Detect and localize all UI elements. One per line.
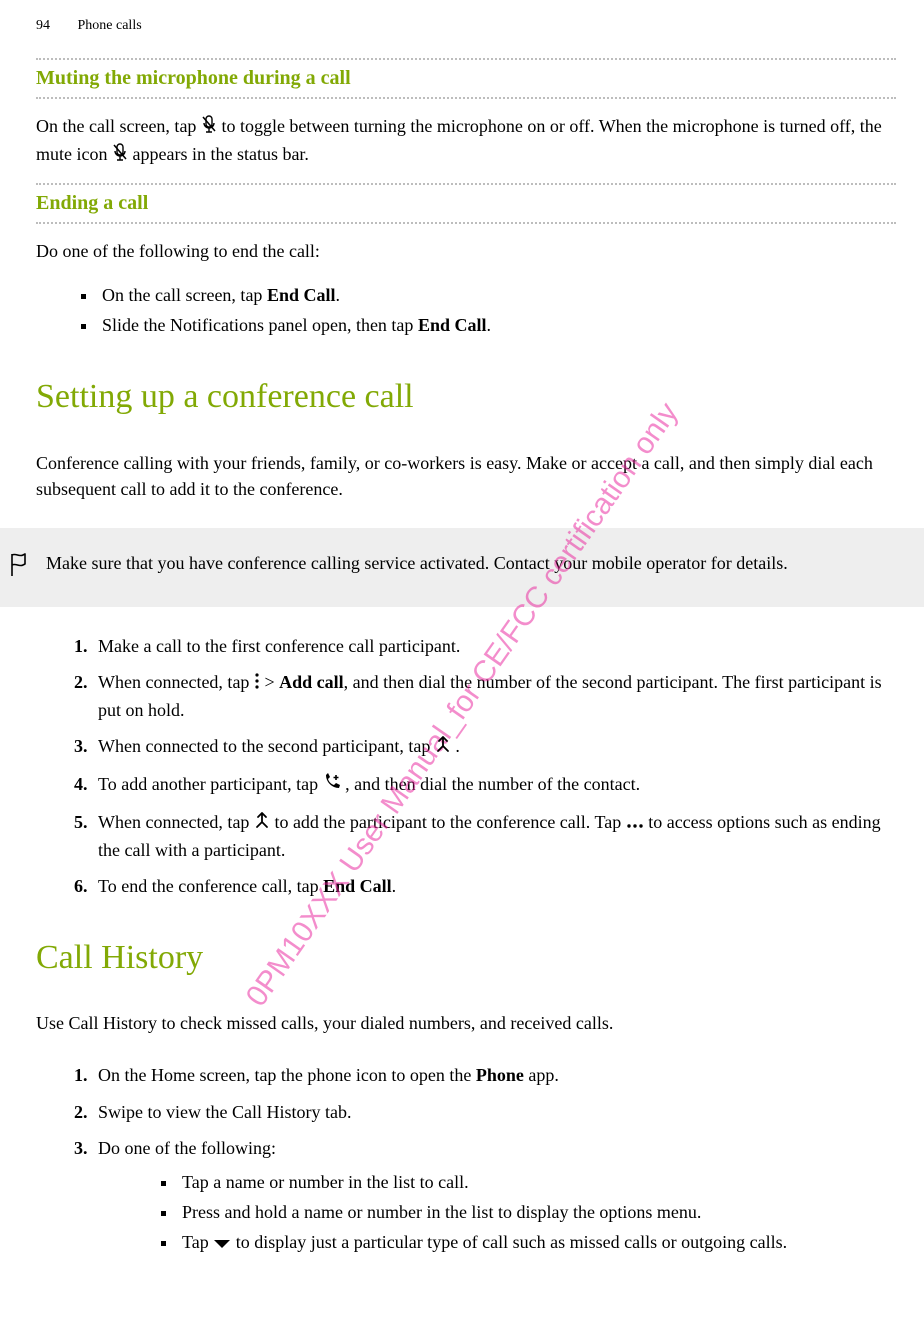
history-intro: Use Call History to check missed calls, … — [36, 1010, 896, 1036]
text: Tap — [182, 1232, 213, 1252]
step-4: To add another participant, tap , and th… — [92, 771, 896, 799]
divider — [36, 97, 896, 99]
note-box: Make sure that you have conference calli… — [0, 528, 924, 607]
mic-off-icon — [201, 114, 217, 140]
text: Slide the Notifications panel open, then… — [102, 315, 418, 335]
subheading-muting: Muting the microphone during a call — [36, 64, 896, 93]
step-3: Do one of the following: Tap a name or n… — [92, 1135, 896, 1257]
step-2: When connected, tap > Add call, and then… — [92, 669, 896, 723]
history-sublist: Tap a name or number in the list to call… — [130, 1169, 896, 1257]
text: When connected to the second participant… — [98, 736, 435, 756]
text: . — [455, 736, 460, 756]
text: On the call screen, tap — [102, 285, 267, 305]
text: When connected, tap — [98, 672, 254, 692]
step-6: To end the conference call, tap End Call… — [92, 873, 896, 899]
list-item: Tap a name or number in the list to call… — [178, 1169, 896, 1195]
text: To add another participant, tap — [98, 774, 323, 794]
divider — [36, 58, 896, 60]
text: . — [486, 315, 491, 335]
text: On the call screen, tap — [36, 116, 201, 136]
text: To end the conference call, tap — [98, 876, 323, 896]
text: . — [392, 876, 397, 896]
heading-call-history: Call History — [36, 933, 896, 982]
text: app. — [524, 1065, 559, 1085]
merge-calls-icon — [435, 734, 451, 760]
flag-icon — [8, 550, 46, 585]
more-vertical-icon — [254, 670, 260, 696]
merge-calls-icon — [254, 810, 270, 836]
add-call-label: Add call — [279, 672, 344, 692]
running-title: Phone calls — [78, 18, 142, 33]
text: to display just a particular type of cal… — [236, 1232, 787, 1252]
divider — [36, 183, 896, 185]
text: On the Home screen, tap the phone icon t… — [98, 1065, 476, 1085]
heading-conference: Setting up a conference call — [36, 372, 896, 421]
subheading-ending: Ending a call — [36, 189, 896, 218]
end-call-label: End Call — [418, 315, 487, 335]
step-1: On the Home screen, tap the phone icon t… — [92, 1062, 896, 1088]
text: appears in the status bar. — [132, 144, 308, 164]
conference-intro: Conference calling with your friends, fa… — [36, 450, 896, 502]
list-item: Press and hold a name or number in the l… — [178, 1199, 896, 1225]
history-steps: On the Home screen, tap the phone icon t… — [36, 1062, 896, 1256]
manual-page: 0PM10XXX User Manual_for CE/FCC certific… — [0, 0, 924, 1333]
step-2: Swipe to view the Call History tab. — [92, 1099, 896, 1125]
ending-list: On the call screen, tap End Call. Slide … — [36, 282, 896, 338]
divider — [36, 222, 896, 224]
text: . — [335, 285, 340, 305]
conference-steps: Make a call to the first conference call… — [36, 633, 896, 899]
text: , and then dial the number of the contac… — [345, 774, 640, 794]
mic-off-status-icon — [112, 142, 128, 168]
more-horizontal-icon — [626, 810, 644, 836]
list-item: Slide the Notifications panel open, then… — [98, 312, 896, 338]
phone-app-label: Phone — [476, 1065, 524, 1085]
text: > — [264, 672, 279, 692]
text: to add the participant to the conference… — [274, 812, 625, 832]
step-5: When connected, tap to add the participa… — [92, 809, 896, 863]
page-number: 94 — [36, 18, 50, 33]
end-call-label: End Call — [323, 876, 392, 896]
end-call-label: End Call — [267, 285, 336, 305]
muting-paragraph: On the call screen, tap to toggle betwee… — [36, 113, 896, 169]
list-item: Tap to display just a particular type of… — [178, 1229, 896, 1257]
text: When connected, tap — [98, 812, 254, 832]
step-1: Make a call to the first conference call… — [92, 633, 896, 659]
dropdown-triangle-icon — [213, 1230, 231, 1256]
list-item: On the call screen, tap End Call. — [98, 282, 896, 308]
running-header: 94 Phone calls — [36, 16, 896, 36]
note-text: Make sure that you have conference calli… — [46, 550, 906, 576]
step-3: When connected to the second participant… — [92, 733, 896, 761]
text: Do one of the following: — [98, 1138, 276, 1158]
ending-intro: Do one of the following to end the call: — [36, 238, 896, 264]
add-call-icon — [323, 772, 341, 798]
